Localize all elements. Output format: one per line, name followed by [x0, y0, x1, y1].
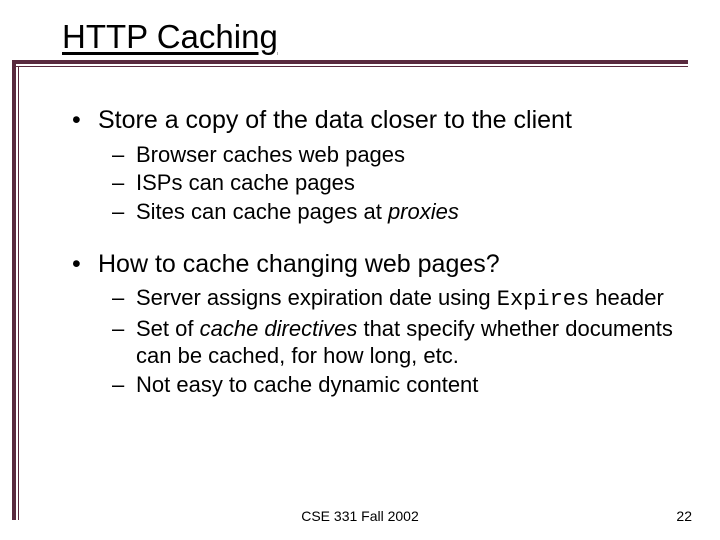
- bullet-2-sub-2: Set of cache directives that specify whe…: [70, 316, 684, 370]
- text-run: header: [589, 285, 664, 310]
- vert-rule-thin: [18, 66, 19, 520]
- text-italic: cache directives: [200, 316, 358, 341]
- text-run: Server assigns expiration date using: [136, 285, 497, 310]
- bullet-2-sub-3: Not easy to cache dynamic content: [70, 372, 684, 399]
- bullet-1-sub-2: ISPs can cache pages: [70, 170, 684, 197]
- content: Store a copy of the data closer to the c…: [70, 96, 684, 401]
- spacer: [70, 228, 684, 240]
- text-mono: Expires: [497, 287, 589, 312]
- text-run: Sites can cache pages at: [136, 199, 388, 224]
- title-wrap: HTTP Caching: [62, 18, 688, 62]
- text-italic: proxies: [388, 199, 459, 224]
- rule-thin: [12, 66, 688, 67]
- text-run: Set of: [136, 316, 200, 341]
- footer-center: CSE 331 Fall 2002: [0, 508, 720, 524]
- bullet-1-sub-1: Browser caches web pages: [70, 142, 684, 169]
- bullet-1-sub-3: Sites can cache pages at proxies: [70, 199, 684, 226]
- bullet-1: Store a copy of the data closer to the c…: [70, 106, 684, 136]
- slide-title: HTTP Caching: [62, 18, 688, 62]
- page-number: 22: [676, 508, 692, 524]
- vert-rule-thick: [12, 60, 16, 520]
- slide: HTTP Caching Store a copy of the data cl…: [0, 0, 720, 540]
- rule-thick: [12, 60, 688, 64]
- bullet-2-sub-1: Server assigns expiration date using Exp…: [70, 285, 684, 314]
- bullet-2: How to cache changing web pages?: [70, 250, 684, 280]
